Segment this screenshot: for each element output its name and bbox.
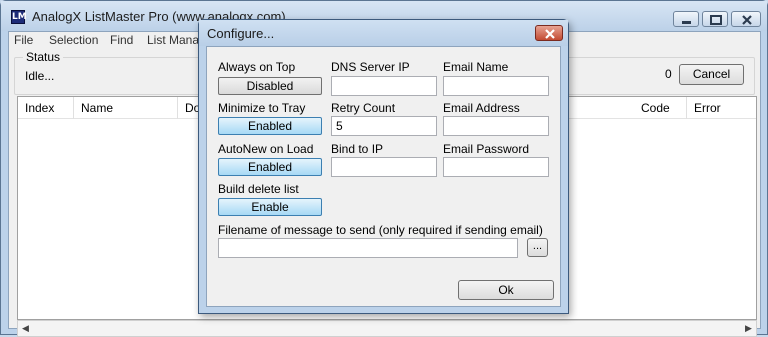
horizontal-scrollbar[interactable]: ◀ ▶: [17, 320, 757, 337]
bind-to-ip-label: Bind to IP: [331, 142, 384, 156]
ok-button[interactable]: Ok: [458, 280, 554, 300]
status-count: 0: [665, 67, 672, 81]
retry-count-label: Retry Count: [331, 101, 396, 115]
always-on-top-label: Always on Top: [218, 60, 296, 74]
scroll-left-icon[interactable]: ◀: [22, 323, 29, 334]
build-delete-list-label: Build delete list: [218, 182, 299, 196]
maximize-button[interactable]: [702, 11, 728, 27]
dialog-close-button[interactable]: [535, 25, 563, 41]
menu-list-manager[interactable]: List Mana: [147, 33, 199, 47]
email-address-label: Email Address: [443, 101, 520, 115]
email-address-field[interactable]: [443, 116, 549, 136]
close-icon: [742, 15, 752, 25]
column-code[interactable]: Code: [634, 97, 687, 119]
email-password-label: Email Password: [443, 142, 530, 156]
menu-file[interactable]: File: [14, 33, 33, 47]
close-button[interactable]: [731, 11, 761, 27]
filename-label: Filename of message to send (only requir…: [218, 223, 543, 237]
maximize-icon: [710, 15, 722, 25]
dialog-title-bar[interactable]: Configure...: [199, 20, 568, 46]
minimize-to-tray-button[interactable]: Enabled: [218, 117, 322, 135]
configure-dialog: Configure... Always on Top Disabled Mini…: [198, 19, 569, 314]
filename-field[interactable]: [218, 238, 518, 258]
minimize-icon: [682, 21, 691, 24]
build-delete-list-button[interactable]: Enable: [218, 198, 322, 216]
browse-button[interactable]: ...: [527, 238, 548, 257]
email-name-field[interactable]: [443, 76, 549, 96]
cancel-button[interactable]: Cancel: [679, 64, 744, 85]
menu-find[interactable]: Find: [110, 33, 133, 47]
minimize-to-tray-label: Minimize to Tray: [218, 101, 306, 115]
autonew-on-load-label: AutoNew on Load: [218, 142, 314, 156]
scroll-right-icon[interactable]: ▶: [745, 323, 752, 334]
dialog-title: Configure...: [207, 26, 275, 41]
autonew-on-load-button[interactable]: Enabled: [218, 158, 322, 176]
column-name[interactable]: Name: [74, 97, 178, 119]
app-icon: LM: [11, 10, 27, 24]
status-text: Idle...: [25, 69, 55, 83]
dialog-client-area: Always on Top Disabled Minimize to Tray …: [206, 46, 561, 307]
email-password-field[interactable]: [443, 157, 549, 177]
retry-count-field[interactable]: 5: [331, 116, 437, 136]
column-index[interactable]: Index: [18, 97, 74, 119]
dns-server-ip-label: DNS Server IP: [331, 60, 410, 74]
menu-selection[interactable]: Selection: [49, 33, 98, 47]
email-name-label: Email Name: [443, 60, 509, 74]
status-legend: Status: [23, 50, 64, 64]
bind-to-ip-field[interactable]: [331, 157, 437, 177]
always-on-top-button[interactable]: Disabled: [218, 77, 322, 95]
close-icon: [545, 29, 555, 39]
minimize-button[interactable]: [673, 11, 699, 27]
dns-server-ip-field[interactable]: [331, 76, 437, 96]
column-error[interactable]: Error: [687, 97, 756, 119]
